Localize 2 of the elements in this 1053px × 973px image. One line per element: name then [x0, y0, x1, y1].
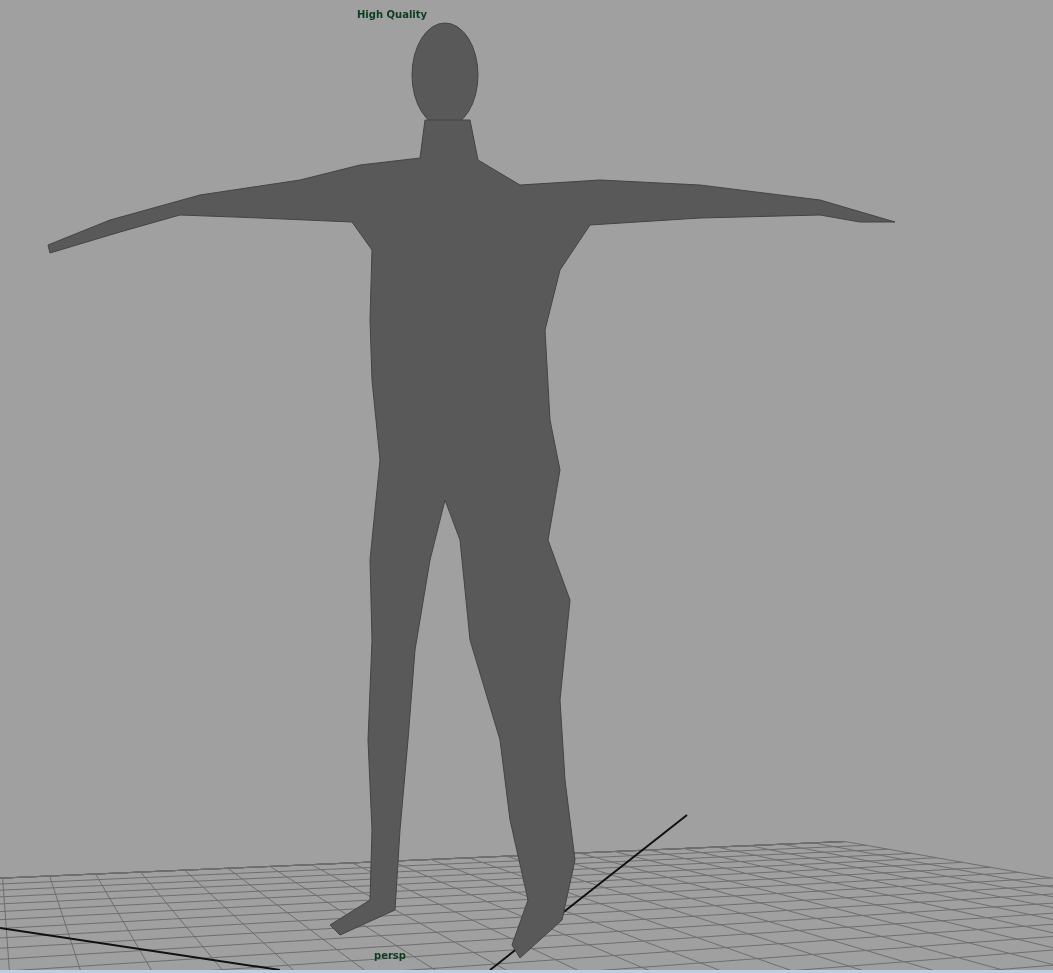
- camera-label: persp: [374, 950, 406, 961]
- quality-label: High Quality: [357, 9, 428, 20]
